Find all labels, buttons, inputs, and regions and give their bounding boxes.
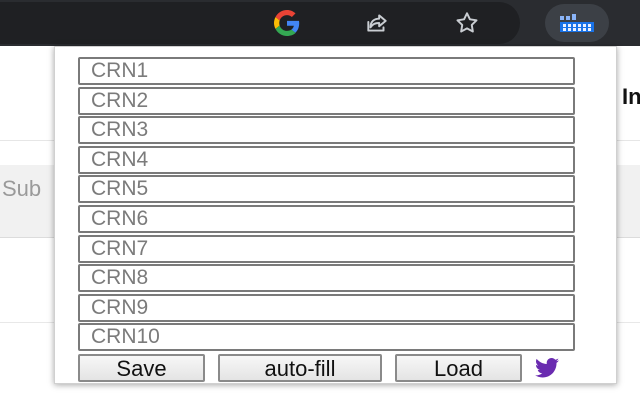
crn-input-9[interactable] (78, 293, 575, 322)
popup-button-row: Save auto-fill Load (78, 354, 564, 382)
crn-input-10[interactable] (78, 323, 575, 352)
crn-input-2[interactable] (78, 86, 575, 115)
page-partial-text-left: Sub (2, 176, 42, 201)
twitter-icon[interactable] (530, 354, 564, 382)
extension-popup: Save auto-fill Load (54, 46, 617, 384)
crn-input-4[interactable] (78, 145, 575, 174)
google-icon[interactable] (270, 6, 304, 40)
crn-input-5[interactable] (78, 175, 575, 204)
page-partial-text-right: In (622, 84, 640, 109)
address-bar-end[interactable] (0, 2, 520, 44)
extension-icon[interactable] (545, 4, 609, 42)
browser-toolbar (0, 0, 640, 46)
crn-input-3[interactable] (78, 116, 575, 145)
crn-input-7[interactable] (78, 234, 575, 263)
load-button[interactable]: Load (395, 354, 522, 382)
save-button[interactable]: Save (78, 354, 205, 382)
crn-input-list (78, 57, 575, 353)
star-icon[interactable] (450, 6, 484, 40)
crn-input-8[interactable] (78, 264, 575, 293)
share-icon[interactable] (360, 6, 394, 40)
auto-fill-button[interactable]: auto-fill (218, 354, 382, 382)
crn-input-6[interactable] (78, 204, 575, 233)
crn-input-1[interactable] (78, 57, 575, 85)
